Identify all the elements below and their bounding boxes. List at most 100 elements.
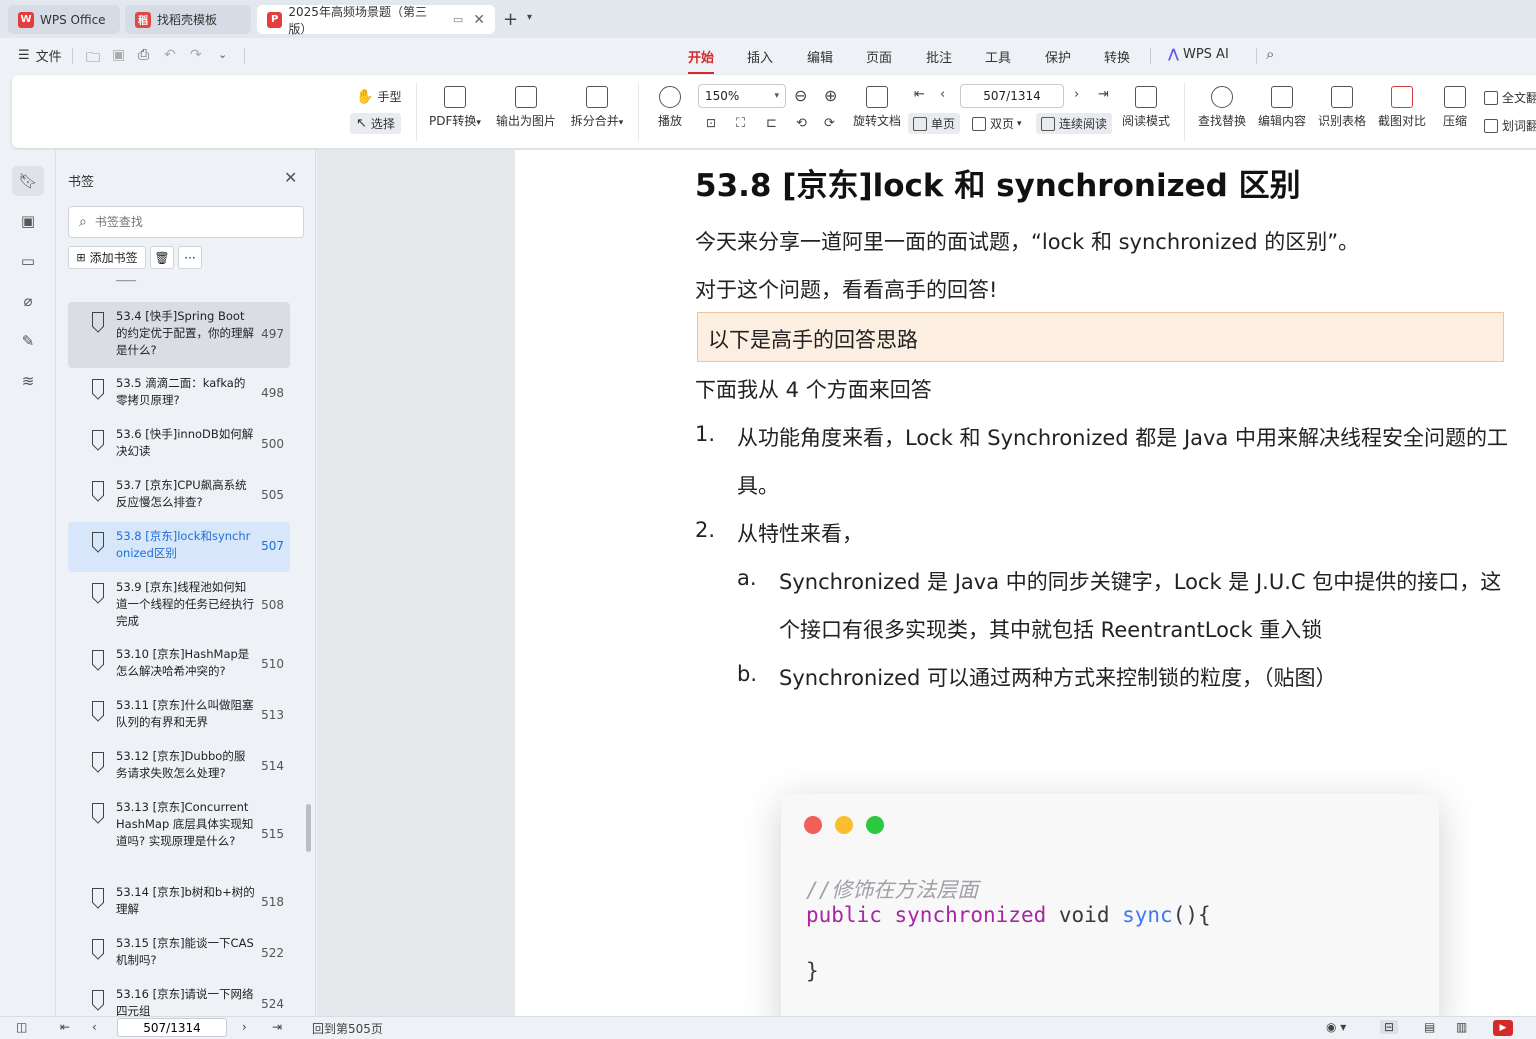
layers-icon[interactable]: ≋	[12, 366, 44, 396]
bookmark-item[interactable]: 53.13 [京东]ConcurrentHashMap 底层具体实现知道吗? 实…	[68, 793, 290, 877]
pdf-convert-button[interactable]: PDF转换▾	[426, 86, 484, 129]
double-view-icon[interactable]: ▥	[1456, 1020, 1467, 1034]
menu-annotate[interactable]: 批注	[926, 47, 952, 66]
play-slideshow-icon[interactable]: ▶	[1493, 1020, 1513, 1036]
menu-edit[interactable]: 编辑	[807, 47, 833, 66]
bookmark-page: 497	[261, 327, 284, 341]
bookmark-item[interactable]: 53.6 [快手]innoDB如何解决幻读 500	[68, 420, 290, 470]
delete-bookmark-button[interactable]: 🗑︎	[150, 246, 174, 269]
zoom-out-icon[interactable]: ⊖	[794, 86, 807, 105]
search-icon[interactable]: ⌕	[1266, 45, 1274, 63]
more-options-button[interactable]: ···	[178, 246, 202, 269]
bookmark-item[interactable]: 53.14 [京东]b树和b+树的理解 518	[68, 878, 290, 928]
continuous-view-icon[interactable]: ⊟	[1380, 1020, 1399, 1034]
menu-start[interactable]: 开始	[688, 47, 715, 74]
new-tab-icon[interactable]: +	[503, 9, 518, 30]
page-number-input[interactable]: 507/1314	[960, 84, 1064, 108]
tab-document[interactable]: P 2025年高频场景题（第三版） ▭ ✕	[257, 5, 495, 36]
menu-insert[interactable]: 插入	[747, 47, 773, 66]
signature-icon[interactable]: ✎	[12, 326, 44, 356]
status-page-input[interactable]	[117, 1018, 227, 1037]
double-page-button[interactable]: 双页 ▾	[972, 115, 1022, 132]
bookmark-item[interactable]: 53.4 [快手]Spring Boot 的约定优于配置，你的理解是什么? 497	[68, 302, 290, 368]
rotate-doc-button[interactable]: 旋转文档	[852, 86, 902, 129]
prev-page-icon[interactable]: ‹	[92, 1020, 97, 1034]
menu-wps-ai[interactable]: ⋀ WPS AI	[1168, 47, 1229, 62]
word-translate-button[interactable]: 划词翻	[1484, 117, 1536, 134]
menu-page[interactable]: 页面	[866, 47, 892, 66]
hand-tool-button[interactable]: ✋ 手型	[356, 88, 401, 105]
fit-width-icon[interactable]: ⊏	[766, 116, 777, 131]
bookmark-item[interactable]: 53.5 滴滴二面：kafka的零拷贝原理? 498	[68, 369, 290, 419]
bookmark-item[interactable]: 53.15 [京东]能谈一下CAS机制吗? 522	[68, 929, 290, 979]
table-recognize-icon	[1331, 86, 1353, 108]
more-chevron-icon[interactable]: ⌄	[218, 48, 227, 61]
comment-icon[interactable]: ▭	[12, 246, 44, 276]
tab-wps-office[interactable]: W WPS Office	[8, 5, 120, 34]
undo-icon[interactable]: ↶	[164, 47, 176, 63]
thumbnail-icon[interactable]: ▣	[12, 206, 44, 236]
fit-page-icon[interactable]: ⛶	[736, 116, 745, 131]
document-page: 53.8 [京东]lock 和 synchronized 区别 今天来分享一道阿…	[515, 150, 1536, 1016]
zoom-in-icon[interactable]: ⊕	[824, 86, 837, 105]
screenshot-compare-button[interactable]: 截图对比	[1376, 86, 1428, 129]
bookmark-item[interactable]: 53.7 [京东]CPU飙高系统反应慢怎么排查? 505	[68, 471, 290, 521]
read-mode-button[interactable]: 阅读模式	[1120, 86, 1172, 129]
file-menu[interactable]: ☰ 文件	[18, 46, 62, 65]
open-folder-icon[interactable]: 🗀	[86, 47, 100, 71]
compress-button[interactable]: 压缩	[1440, 86, 1470, 129]
export-image-button[interactable]: 输出为图片	[494, 86, 558, 129]
sidebar-toggle-icon[interactable]: ◫	[16, 1020, 27, 1034]
chevron-down-icon[interactable]: ▾	[527, 12, 532, 23]
bookmark-item[interactable]: 53.12 [京东]Dubbo的服务请求失败怎么处理? 514	[68, 742, 290, 792]
play-button[interactable]: 播放	[652, 86, 688, 129]
book-icon	[1135, 86, 1157, 108]
menu-tools[interactable]: 工具	[985, 47, 1011, 66]
zoom-select[interactable]: 150% ▾	[698, 84, 786, 108]
next-page-icon[interactable]: ›	[242, 1020, 247, 1034]
bookmark-search-input[interactable]	[94, 215, 275, 229]
tab-templates[interactable]: 稻 找稻壳模板	[125, 5, 251, 34]
bookmark-item[interactable]: 53.16 [京东]请说一下网络四元组 524	[68, 980, 290, 1016]
bookmark-item[interactable]: 53.8 [京东]lock和synchronized区别 507	[68, 522, 290, 572]
split-merge-button[interactable]: 拆分合并▾	[566, 86, 628, 129]
monitor-icon[interactable]: ▭	[453, 13, 463, 26]
edit-content-button[interactable]: 编辑内容	[1256, 86, 1308, 129]
rotate-right-icon[interactable]: ⟳	[824, 116, 835, 131]
trash-icon: 🗑︎	[154, 250, 170, 265]
add-bookmark-button[interactable]: ⊞ 添加书签	[68, 246, 146, 269]
bookmark-search[interactable]: ⌕	[68, 206, 304, 238]
back-to-page-link[interactable]: 回到第505页	[312, 1020, 383, 1037]
close-tab-icon[interactable]: ✕	[473, 12, 485, 28]
page-value: 507/1314	[983, 89, 1041, 103]
single-page-button[interactable]: 单页	[908, 113, 961, 134]
next-page-icon[interactable]: ›	[1074, 87, 1079, 102]
menu-convert[interactable]: 转换	[1104, 47, 1130, 66]
wps-ai-label: WPS AI	[1182, 47, 1229, 62]
actual-size-icon[interactable]: ⊡	[706, 116, 716, 130]
print-icon[interactable]: ⎙	[138, 47, 149, 63]
eye-icon[interactable]: ◉ ▾	[1326, 1020, 1346, 1034]
last-page-icon[interactable]: ⇥	[1098, 87, 1109, 102]
find-replace-button[interactable]: 查找替换	[1196, 86, 1248, 129]
single-view-icon[interactable]: ▤	[1424, 1020, 1435, 1034]
bookmark-item[interactable]: 53.11 [京东]什么叫做阻塞队列的有界和无界 513	[68, 691, 290, 741]
prev-page-icon[interactable]: ‹	[940, 87, 945, 102]
select-tool-button[interactable]: ↖ 选择	[350, 113, 401, 134]
attachment-icon[interactable]: ⌀	[12, 286, 44, 316]
first-page-icon[interactable]: ⇤	[914, 87, 925, 102]
bookmark-item[interactable]: 53.9 [京东]线程池如何知道一个线程的任务已经执行完成 508	[68, 573, 290, 639]
bookmark-panel-icon[interactable]: 🔖︎	[12, 166, 44, 196]
recognize-table-button[interactable]: 识别表格	[1316, 86, 1368, 129]
rotate-left-icon[interactable]: ⟲	[796, 116, 807, 131]
menu-protect[interactable]: 保护	[1045, 47, 1071, 66]
full-text-translate-button[interactable]: 全文翻	[1484, 89, 1536, 106]
last-page-icon[interactable]: ⇥	[272, 1020, 282, 1034]
bookmark-item[interactable]: 53.10 [京东]HashMap是怎么解决哈希冲突的? 510	[68, 640, 290, 690]
panel-scrollbar[interactable]	[306, 804, 311, 852]
redo-icon[interactable]: ↷	[190, 47, 202, 63]
save-icon[interactable]: ▣	[112, 47, 125, 63]
close-panel-icon[interactable]: ✕	[284, 168, 297, 187]
continuous-read-button[interactable]: 连续阅读	[1036, 113, 1113, 134]
first-page-icon[interactable]: ⇤	[60, 1020, 70, 1034]
